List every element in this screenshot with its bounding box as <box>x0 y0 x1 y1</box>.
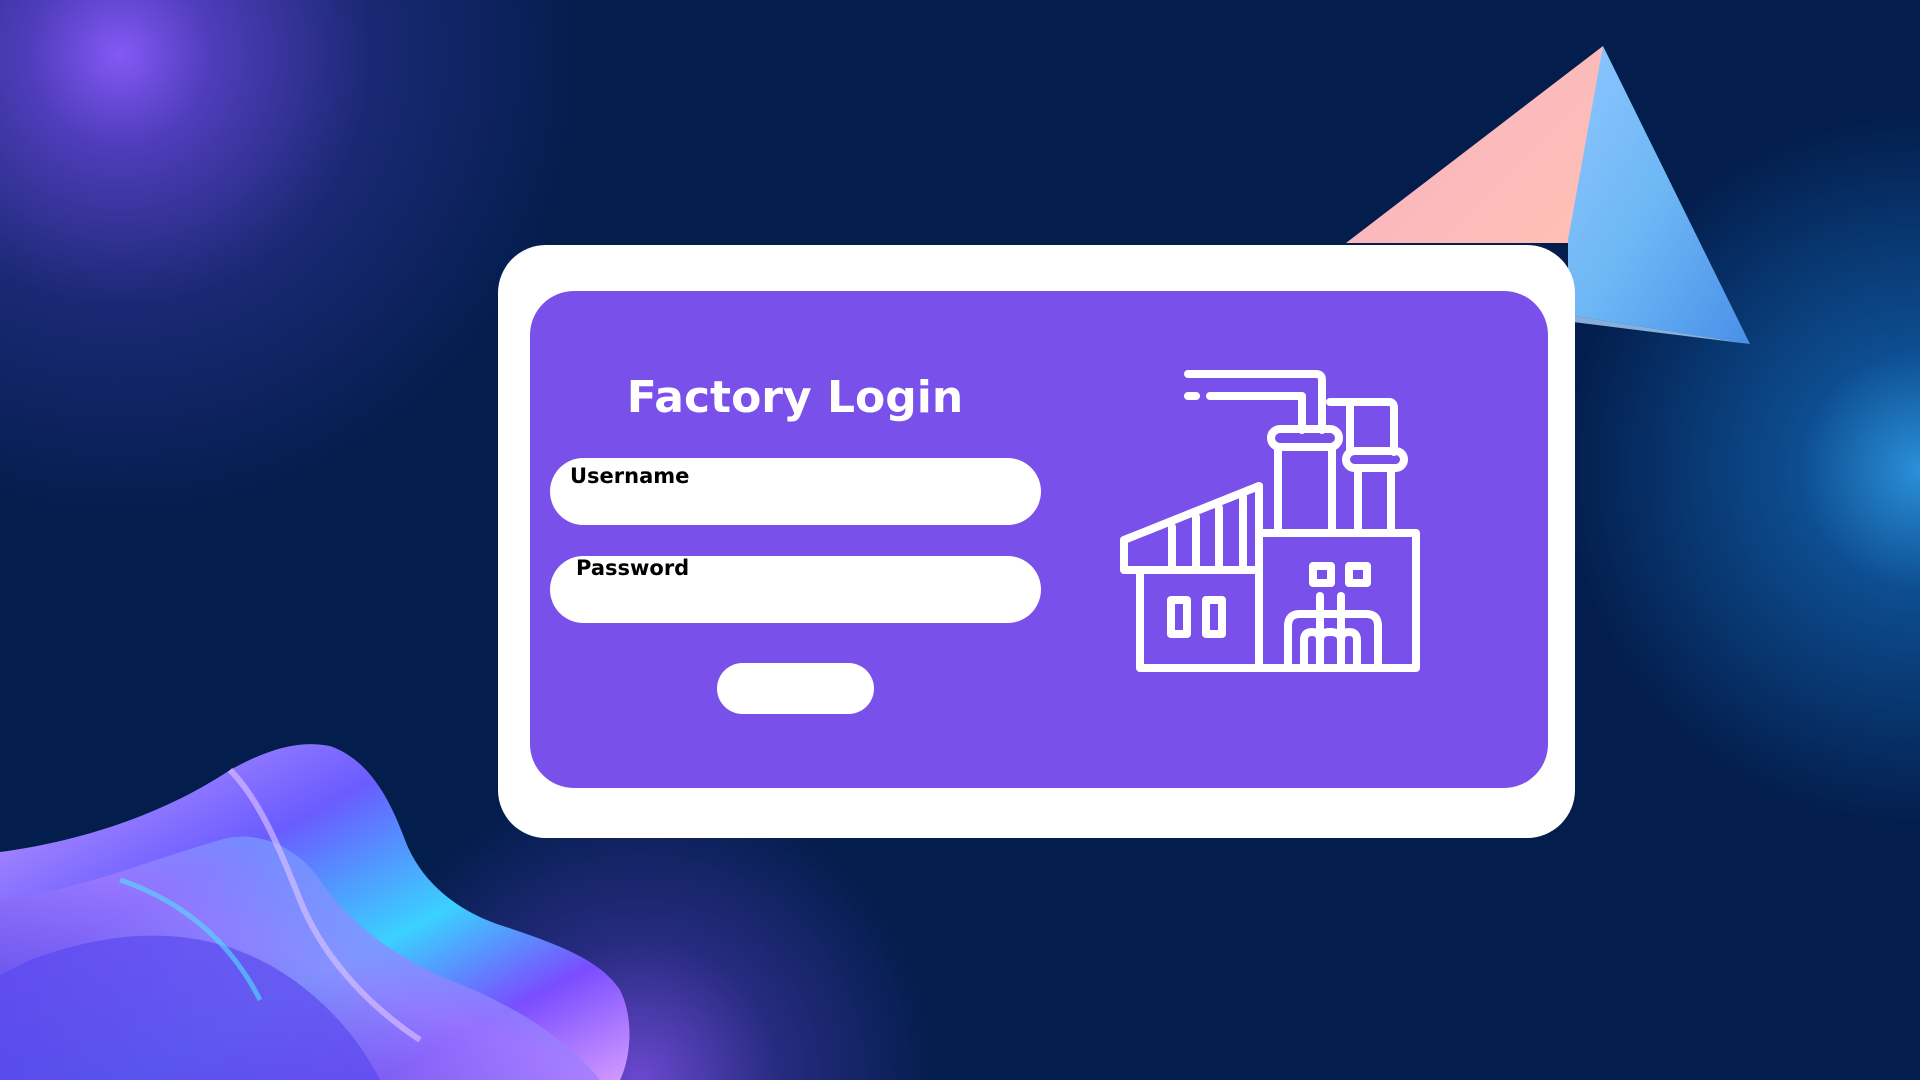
page-title: Factory Login <box>626 372 964 423</box>
factory-icon <box>1120 370 1420 672</box>
password-label: Password <box>576 556 690 580</box>
username-label: Username <box>570 464 690 488</box>
login-button[interactable] <box>717 663 874 714</box>
